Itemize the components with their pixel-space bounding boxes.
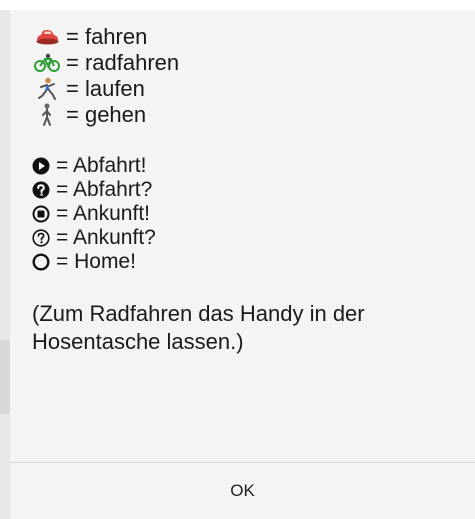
legend-label-radfahren: = radfahren <box>66 50 180 75</box>
stop-circle-icon <box>32 201 52 227</box>
legend-row-ankunft-confirmed: = Ankunft! <box>32 202 472 226</box>
question-circle-outline-icon <box>32 225 52 251</box>
runner-icon <box>32 76 62 102</box>
legend-label-ankunft-confirmed: = Ankunft! <box>56 202 150 225</box>
circle-outline-icon <box>32 249 52 275</box>
background-edge <box>0 10 10 519</box>
legend-row-abfahrt-confirmed: = Abfahrt! <box>32 154 472 178</box>
legend-label-gehen: = gehen <box>66 102 147 127</box>
cycling-note: (Zum Radfahren das Handy in der Hosentas… <box>32 301 365 354</box>
bicycle-icon <box>32 50 62 76</box>
screen: = fahren = radfahren = laufen = gehen = … <box>0 0 475 519</box>
legend-label-fahren: = fahren <box>66 24 148 49</box>
dialog-content: = fahren = radfahren = laufen = gehen = … <box>32 24 472 356</box>
legend-label-abfahrt-confirmed: = Abfahrt! <box>56 154 147 177</box>
question-circle-filled-icon <box>32 177 52 203</box>
legend-row-fahren: = fahren <box>32 24 472 50</box>
legend-label-abfahrt-question: = Abfahrt? <box>56 178 153 201</box>
top-edge <box>0 0 475 10</box>
legend-row-ankunft-question: = Ankunft? <box>32 226 472 250</box>
ok-button[interactable]: OK <box>10 463 475 519</box>
legend-row-gehen: = gehen <box>32 102 472 128</box>
play-circle-icon <box>32 153 52 179</box>
legend-spacer <box>32 128 472 154</box>
legend-row-laufen: = laufen <box>32 76 472 102</box>
legend-label-laufen: = laufen <box>66 76 145 101</box>
legend-row-radfahren: = radfahren <box>32 50 472 76</box>
walker-icon <box>32 102 62 128</box>
car-icon <box>32 24 62 50</box>
legend-row-abfahrt-question: = Abfahrt? <box>32 178 472 202</box>
legend-label-ankunft-question: = Ankunft? <box>56 226 156 249</box>
legend-dialog: = fahren = radfahren = laufen = gehen = … <box>10 10 475 519</box>
background-highlight <box>0 340 10 414</box>
legend-label-home: = Home! <box>56 250 136 273</box>
legend-row-home: = Home! <box>32 250 472 274</box>
